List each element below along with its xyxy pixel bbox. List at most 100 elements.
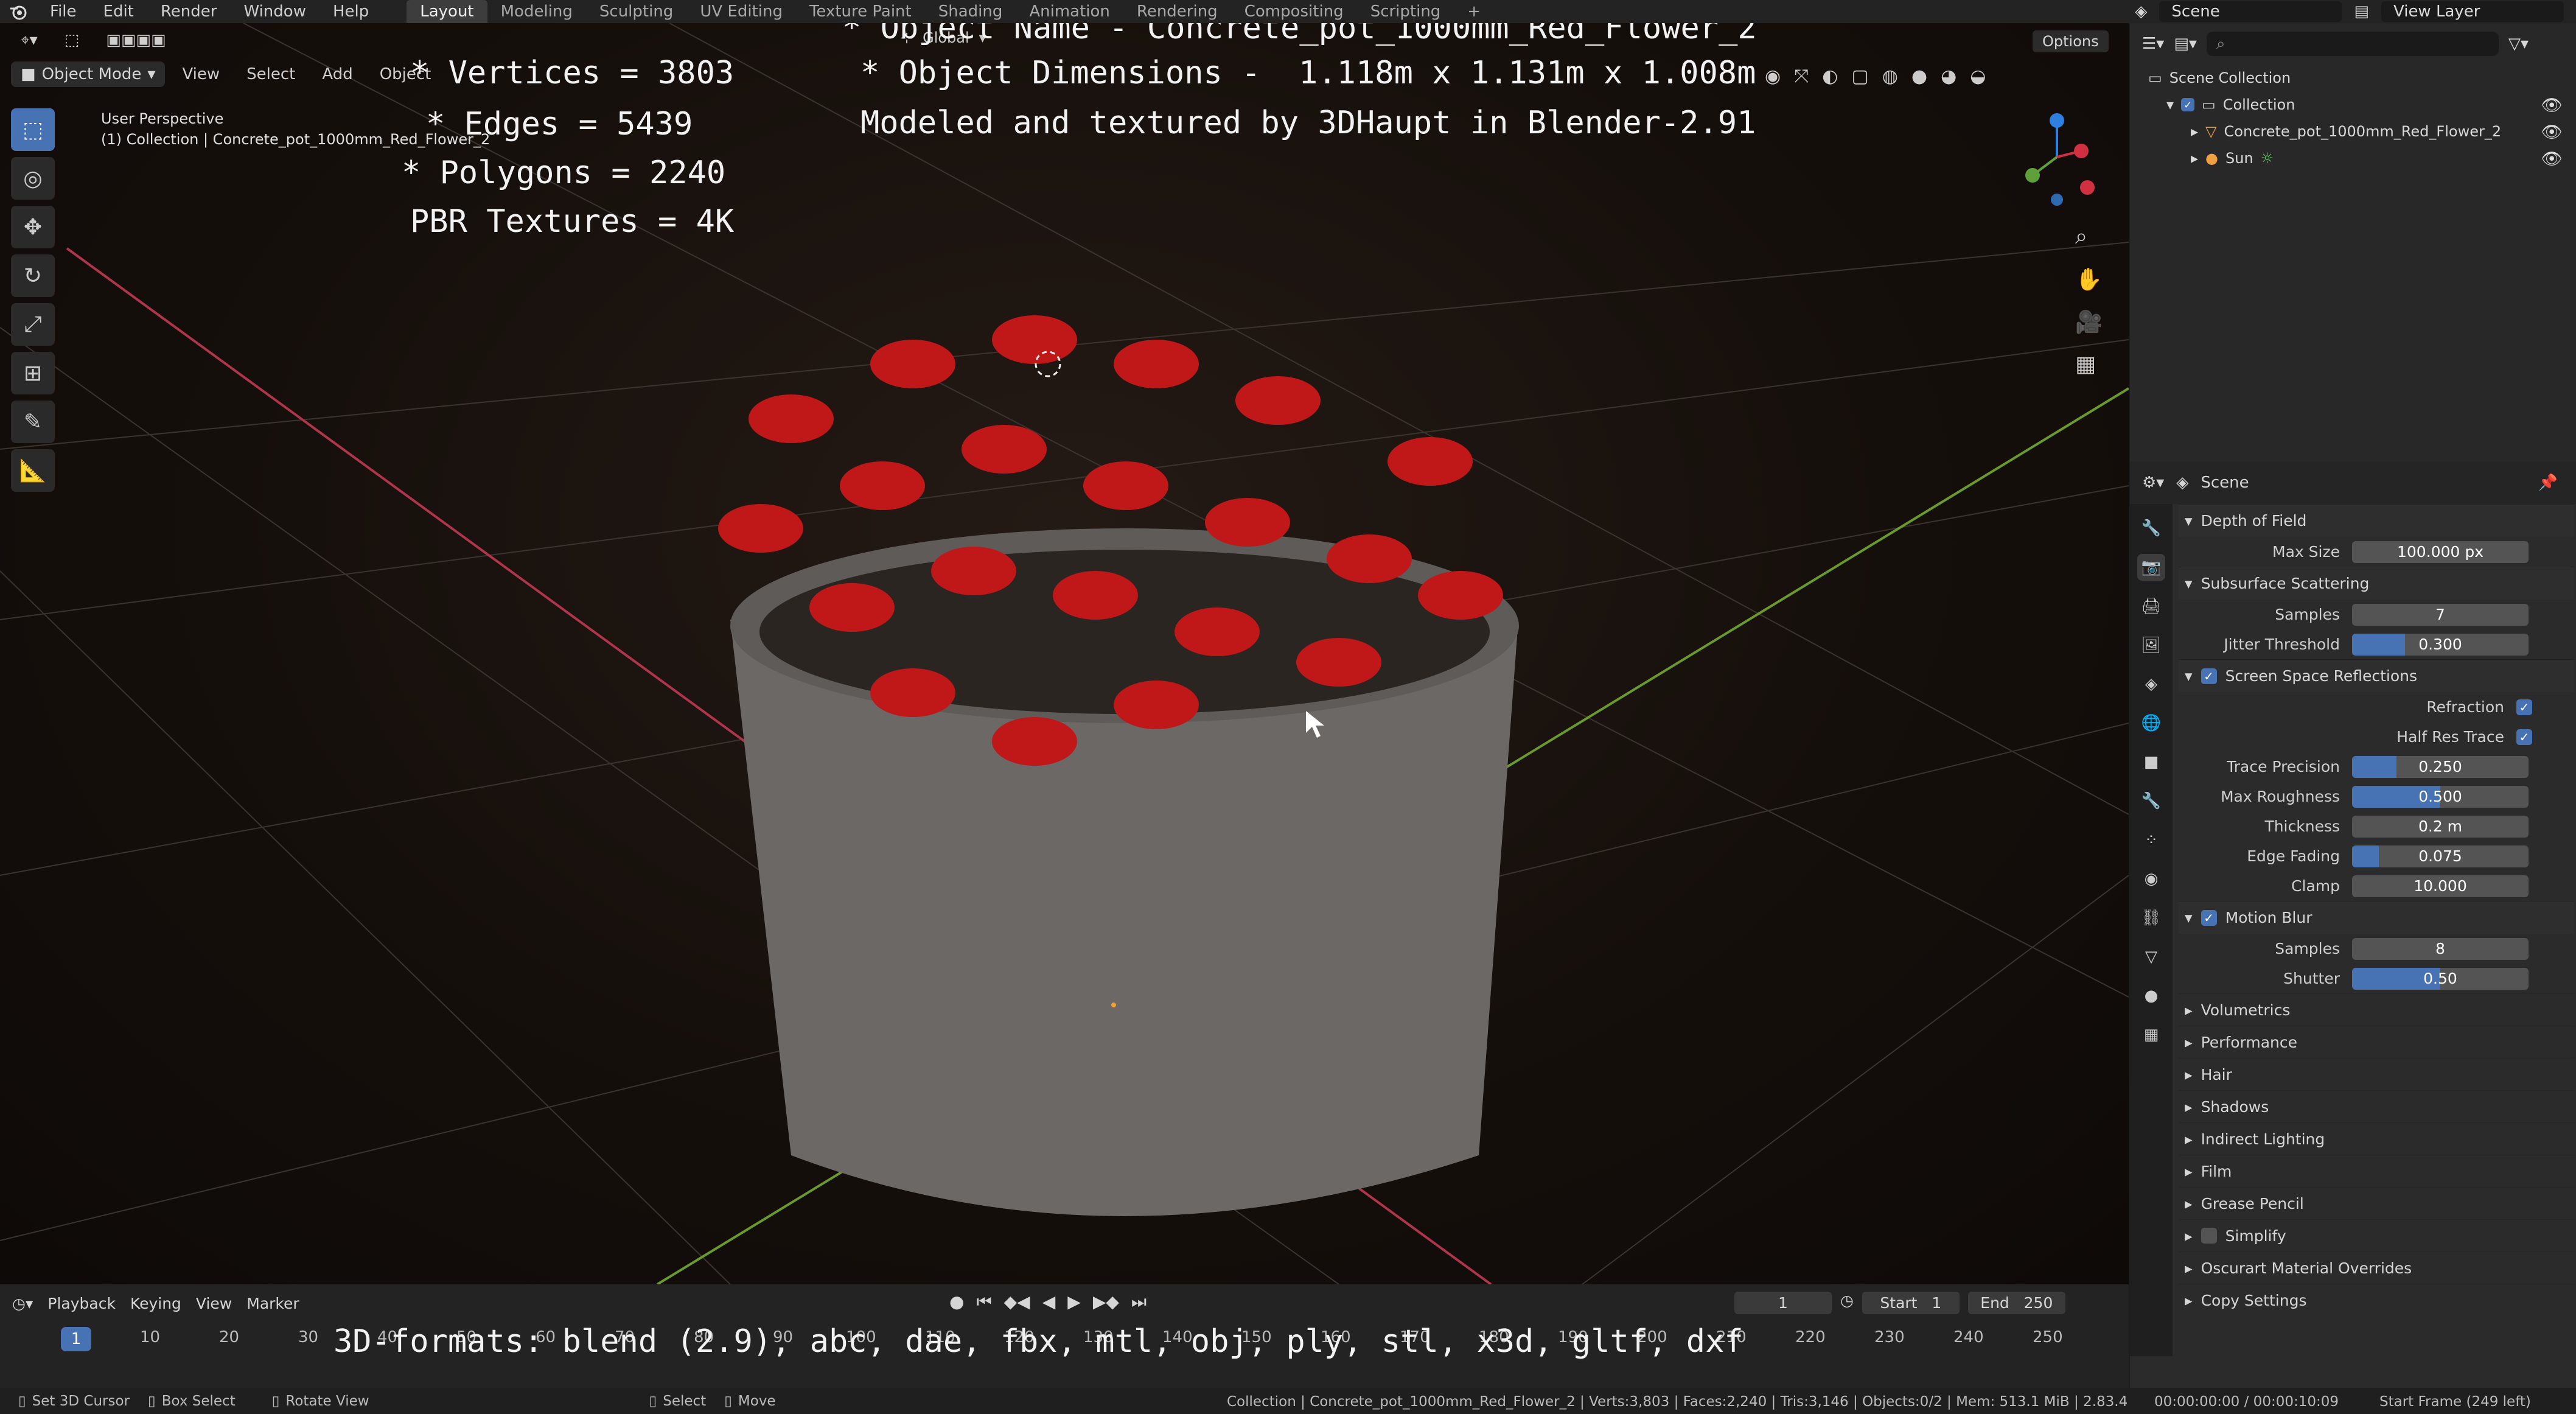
start-frame-field[interactable]: Start 1	[1862, 1292, 1960, 1314]
scene-icon[interactable]: ◈	[2135, 2, 2147, 21]
move-tool-icon[interactable]: ✥	[11, 206, 55, 248]
visibility-icon[interactable]: ◉	[1765, 66, 1781, 87]
panel-simplify[interactable]: ▸ Simplify	[2179, 1219, 2574, 1251]
view-layer-tab-icon[interactable]: 🖼	[2137, 632, 2165, 659]
object-tab-icon[interactable]: ■	[2137, 749, 2165, 775]
tab-sculpting[interactable]: Sculpting	[586, 0, 686, 23]
xray-icon[interactable]: ▢	[1851, 66, 1868, 87]
timeline-editor-icon[interactable]: ◷▾	[12, 1295, 33, 1312]
menu-edit[interactable]: Edit	[90, 2, 147, 21]
object-mode-dropdown[interactable]: ■ Object Mode ▾	[11, 61, 166, 87]
panel-performance[interactable]: ▸ Performance	[2179, 1026, 2574, 1058]
render-tab-icon[interactable]: 📷	[2137, 554, 2165, 581]
material-shading-icon[interactable]: ◕	[1941, 66, 1956, 87]
render-shading-icon[interactable]: ◒	[1970, 66, 1986, 87]
pin-icon[interactable]: 📌	[2538, 474, 2558, 492]
mb-samples-field[interactable]: 8	[2352, 937, 2529, 960]
blender-logo-icon[interactable]	[0, 2, 37, 21]
wireframe-shading-icon[interactable]: ◍	[1882, 66, 1898, 87]
jump-end-icon[interactable]: ⏭	[1131, 1292, 1147, 1312]
sss-samples-field[interactable]: 7	[2352, 603, 2529, 626]
tab-animation[interactable]: Animation	[1016, 0, 1123, 23]
prev-keyframe-icon[interactable]: ◆◀	[1004, 1292, 1030, 1312]
selection-mode-icons[interactable]: ▣▣▣▣	[96, 27, 175, 53]
collection-checkbox[interactable]: ✓	[2181, 98, 2195, 111]
properties-editor-icon[interactable]: ⚙▾	[2142, 474, 2164, 492]
max-roughness-slider[interactable]: 0.500	[2352, 785, 2529, 808]
output-tab-icon[interactable]: 🖨	[2137, 593, 2165, 620]
panel-subsurface[interactable]: ▾ Subsurface Scattering	[2179, 567, 2574, 600]
options-button[interactable]: Options	[2033, 30, 2109, 52]
camera-view-icon[interactable]: 🎥	[2075, 309, 2103, 335]
select-box-tool-icon[interactable]: ⬚	[11, 108, 55, 151]
material-tab-icon[interactable]: ●	[2137, 982, 2165, 1009]
world-tab-icon[interactable]: 🌐	[2137, 710, 2165, 737]
expand-icon[interactable]: ▸	[2191, 150, 2198, 167]
3d-viewport[interactable]: ⌖▾ ⬚ ▣▣▣▣ ■ Object Mode ▾ View Select Add …	[0, 23, 2129, 1284]
panel-hair[interactable]: ▸ Hair	[2179, 1058, 2574, 1090]
mb-shutter-slider[interactable]: 0.50	[2352, 967, 2529, 990]
menu-help[interactable]: Help	[319, 2, 382, 21]
visibility-eye-icon[interactable]: 👁	[2541, 95, 2563, 115]
ortho-grid-icon[interactable]: ▦	[2075, 352, 2103, 377]
measure-tool-icon[interactable]: 📐	[11, 449, 55, 492]
outliner-row-scene-collection[interactable]: ▭ Scene Collection	[2130, 65, 2576, 91]
menu-playback[interactable]: Playback	[47, 1295, 116, 1312]
select-tool-mode-icon[interactable]: ⬚	[55, 27, 89, 53]
tab-compositing[interactable]: Compositing	[1231, 0, 1357, 23]
scene-tab-icon[interactable]: ◈	[2137, 671, 2165, 698]
view-layer-selector[interactable]: View Layer	[2381, 1, 2564, 22]
panel-depth-of-field[interactable]: ▾ Depth of Field	[2179, 504, 2574, 537]
simplify-checkbox[interactable]	[2201, 1228, 2217, 1244]
pan-hand-icon[interactable]: ✋	[2075, 267, 2103, 292]
trace-precision-slider[interactable]: 0.250	[2352, 755, 2529, 778]
tab-shading[interactable]: Shading	[925, 0, 1016, 23]
modifier-tab-icon[interactable]: 🔧	[2137, 788, 2165, 814]
menu-render[interactable]: Render	[147, 2, 231, 21]
half-res-checkbox[interactable]: ✓	[2516, 729, 2532, 745]
tool-tab-icon[interactable]: 🔧	[2137, 515, 2165, 542]
preview-range-icon[interactable]: ◷	[1840, 1292, 1854, 1314]
menu-keying[interactable]: Keying	[130, 1295, 181, 1312]
tab-uv-editing[interactable]: UV Editing	[686, 0, 796, 23]
constraints-tab-icon[interactable]: ⛓	[2137, 905, 2165, 931]
view-layer-icon[interactable]: ▤	[2354, 2, 2369, 21]
panel-film[interactable]: ▸ Film	[2179, 1155, 2574, 1187]
edge-fading-slider[interactable]: 0.075	[2352, 845, 2529, 867]
texture-tab-icon[interactable]: ▦	[2137, 1021, 2165, 1048]
outliner-search-input[interactable]: ⌕	[2206, 32, 2499, 56]
panel-volumetrics[interactable]: ▸ Volumetrics	[2179, 993, 2574, 1026]
panel-shadows[interactable]: ▸ Shadows	[2179, 1090, 2574, 1122]
panel-oscurart[interactable]: ▸ Oscurart Material Overrides	[2179, 1251, 2574, 1284]
scene-selector[interactable]: Scene	[2159, 1, 2342, 22]
panel-grease-pencil[interactable]: ▸ Grease Pencil	[2179, 1187, 2574, 1219]
gizmo-icon[interactable]: ⤧	[1794, 66, 1809, 87]
outliner-row-pot-object[interactable]: ▸ ▽ Concrete_pot_1000mm_Red_Flower_2 👁	[2130, 118, 2576, 145]
ssr-checkbox[interactable]: ✓	[2201, 668, 2217, 684]
add-workspace-button[interactable]: +	[1454, 0, 1494, 23]
overlay-icon[interactable]: ◐	[1822, 66, 1838, 87]
menu-window[interactable]: Window	[230, 2, 319, 21]
tab-modeling[interactable]: Modeling	[487, 0, 586, 23]
outliner-row-sun[interactable]: ▸ ● Sun ☼ 👁	[2130, 145, 2576, 172]
outliner-editor-icon[interactable]: ☰▾	[2142, 35, 2164, 53]
navigation-gizmo[interactable]	[2008, 108, 2106, 206]
outliner-row-collection[interactable]: ▾ ✓ ▭ Collection 👁	[2130, 91, 2576, 118]
filter-icon[interactable]: ▽▾	[2508, 35, 2529, 53]
scale-tool-icon[interactable]: ⤢	[11, 303, 55, 346]
next-keyframe-icon[interactable]: ▶◆	[1093, 1292, 1119, 1312]
zoom-icon[interactable]: ⌕	[2075, 224, 2103, 250]
expand-icon[interactable]: ▸	[2191, 123, 2198, 140]
tab-layout[interactable]: Layout	[407, 0, 487, 23]
record-icon[interactable]: ●	[949, 1292, 964, 1312]
solid-shading-icon[interactable]: ●	[1911, 66, 1927, 87]
playhead[interactable]: 1	[61, 1327, 91, 1351]
panel-ssr[interactable]: ▾ ✓ Screen Space Reflections	[2179, 659, 2574, 692]
particles-tab-icon[interactable]: ⁘	[2137, 827, 2165, 853]
tab-scripting[interactable]: Scripting	[1357, 0, 1454, 23]
tab-rendering[interactable]: Rendering	[1123, 0, 1231, 23]
current-frame-field[interactable]: 1	[1734, 1292, 1832, 1314]
menu-timeline-view[interactable]: View	[196, 1295, 232, 1312]
annotate-tool-icon[interactable]: ✎	[11, 401, 55, 443]
transform-tool-icon[interactable]: ⊞	[11, 352, 55, 394]
